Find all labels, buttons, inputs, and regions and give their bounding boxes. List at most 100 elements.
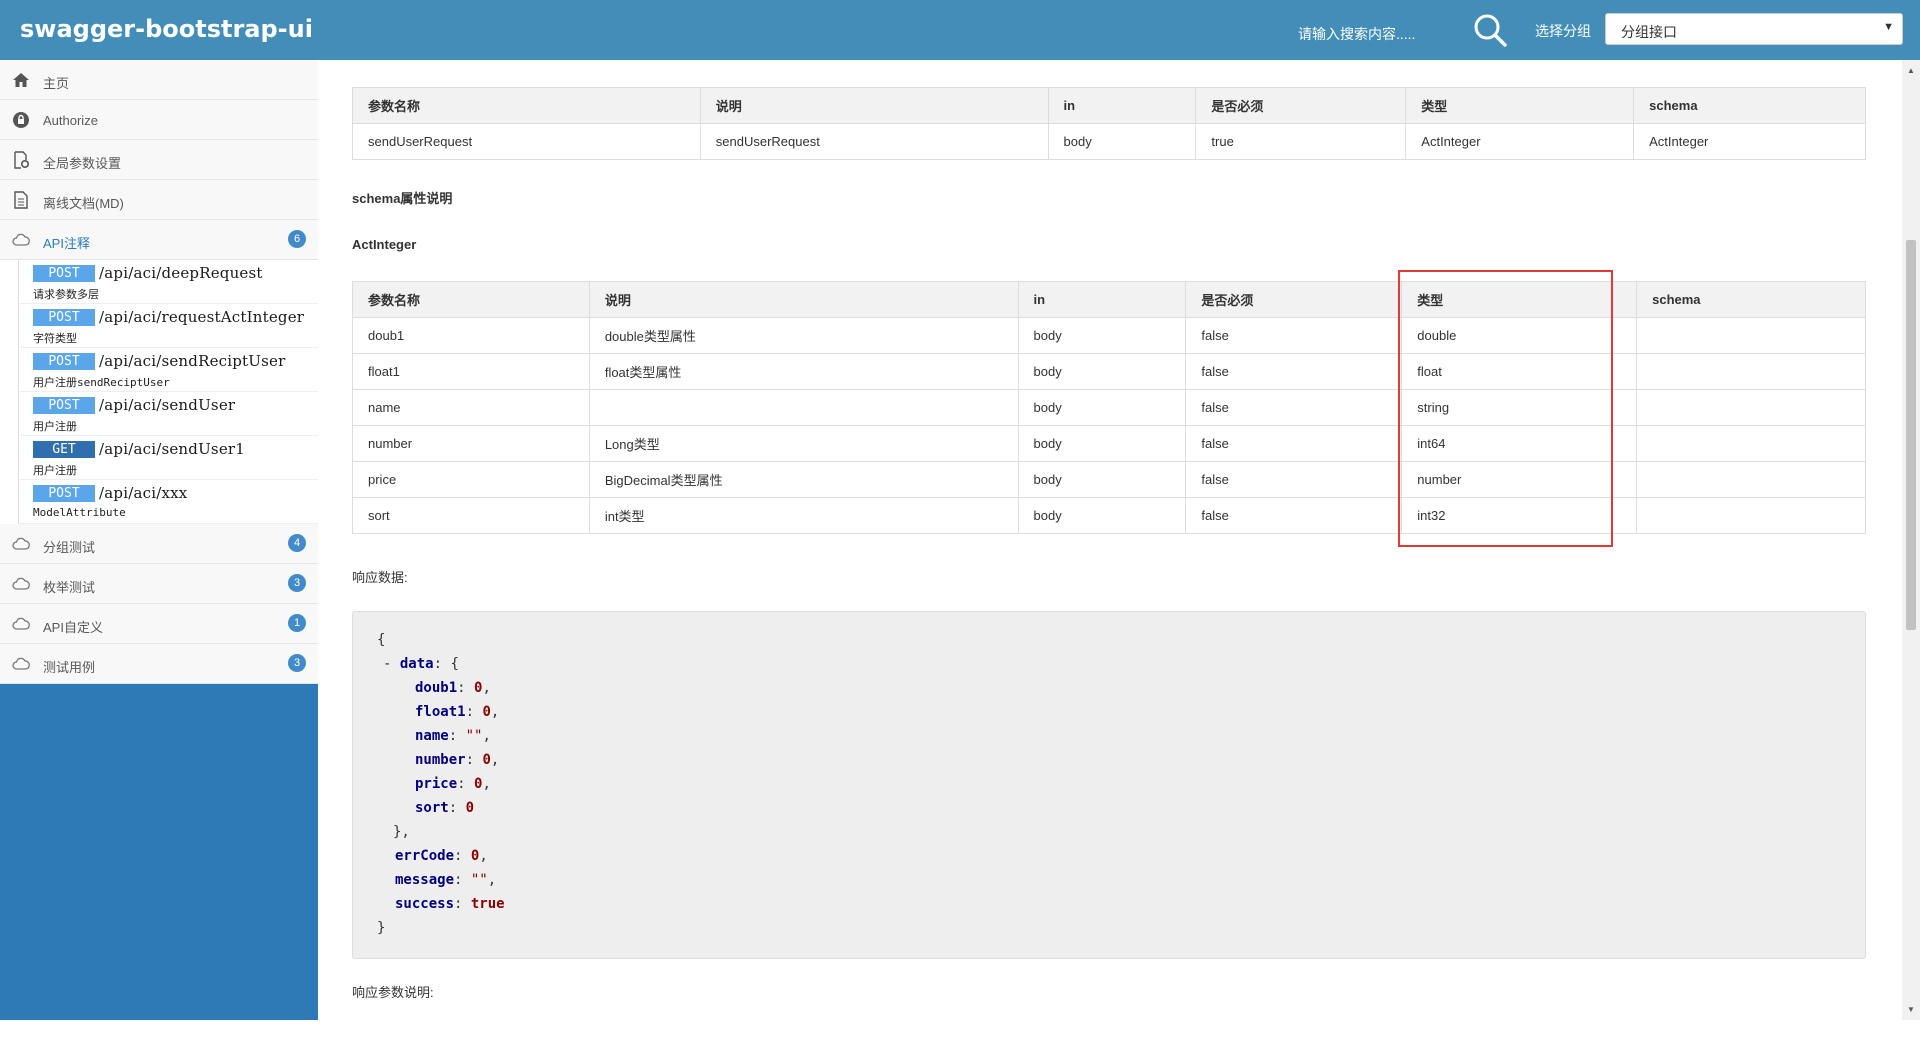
settings-doc-icon: [12, 151, 30, 169]
json-value: "": [465, 728, 483, 744]
table-row: price BigDecimal类型属性 body false number: [352, 461, 1866, 498]
table-row: sendUserRequest sendUserRequest body tru…: [352, 123, 1866, 160]
schema-section-title: schema属性说明: [352, 191, 453, 206]
sidebar-nav: 主页 Authorize 全局参数设置 离线文档(MD) API注释 6 POS…: [0, 60, 318, 684]
column-header: 说明: [588, 281, 1019, 318]
table-cell: [1636, 353, 1866, 390]
method-badge: GET: [33, 441, 95, 458]
method-badge: POST: [33, 309, 95, 326]
table-cell: [1636, 389, 1866, 426]
request-params-table: 参数名称 说明 in 是否必须 类型 schema sendUserReques…: [352, 87, 1866, 160]
sidebar-item-global-params[interactable]: 全局参数设置: [0, 140, 318, 180]
api-item-request-act-integer[interactable]: POST /api/aci/requestActInteger 字符类型: [18, 304, 318, 348]
json-key: success: [395, 896, 455, 912]
table-cell: false: [1185, 461, 1403, 498]
api-path: /api/aci/sendUser1: [99, 440, 246, 458]
table-cell: true: [1195, 123, 1407, 160]
json-value: 0: [482, 704, 491, 720]
sidebar-item-offline-doc[interactable]: 离线文档(MD): [0, 180, 318, 220]
cloud-icon: [12, 615, 30, 633]
table-cell: body: [1017, 317, 1187, 354]
api-item-xxx[interactable]: POST /api/aci/xxx ModelAttribute: [18, 480, 318, 524]
table-header-row: 参数名称 说明 in 是否必须 类型 schema: [352, 87, 1866, 124]
table-cell: int32: [1401, 497, 1638, 534]
sidebar-item-home[interactable]: 主页: [0, 60, 318, 100]
sidebar-item-api-group[interactable]: API注释 6: [0, 220, 318, 260]
table-cell: [1636, 461, 1866, 498]
column-header: 参数名称: [352, 87, 701, 124]
count-badge: 6: [288, 230, 306, 248]
table-cell: [588, 389, 1019, 426]
json-value: 0: [465, 800, 475, 816]
json-value: 0: [474, 776, 483, 792]
json-value: 0: [474, 680, 483, 696]
column-header: schema: [1633, 87, 1866, 124]
json-close-data: },: [393, 824, 410, 840]
scroll-thumb[interactable]: [1906, 240, 1916, 630]
sidebar-item-label: 离线文档(MD): [43, 196, 124, 211]
table-cell: false: [1185, 317, 1403, 354]
json-key: errCode: [395, 848, 455, 864]
method-badge: POST: [33, 353, 95, 370]
api-item-send-user1[interactable]: GET /api/aci/sendUser1 用户注册: [18, 436, 318, 480]
table-cell: int64: [1401, 425, 1638, 462]
sidebar-item-group-test[interactable]: 分组测试 4: [0, 524, 318, 564]
vertical-scrollbar[interactable]: ▲ ▼: [1902, 60, 1920, 1020]
json-line: number: 0,: [415, 752, 500, 768]
api-item-send-recipt-user[interactable]: POST /api/aci/sendReciptUser 用户注册sendRec…: [18, 348, 318, 392]
scroll-down-icon[interactable]: ▼: [1907, 1005, 1915, 1014]
table-cell: body: [1017, 389, 1187, 426]
column-header: schema: [1636, 281, 1866, 318]
search-input[interactable]: 请输入搜索内容.....: [1298, 24, 1415, 44]
sidebar-item-authorize[interactable]: Authorize: [0, 100, 318, 140]
table-row: number Long类型 body false int64: [352, 425, 1866, 462]
table-cell: [1636, 497, 1866, 534]
table-cell: false: [1185, 497, 1403, 534]
table-cell: ActInteger: [1405, 123, 1635, 160]
json-key: data: [399, 656, 434, 672]
sidebar-item-test-case[interactable]: 测试用例 3: [0, 644, 318, 684]
table-cell: price: [352, 461, 590, 498]
api-item-send-user[interactable]: POST /api/aci/sendUser 用户注册: [18, 392, 318, 436]
sidebar-item-label: 主页: [43, 76, 70, 91]
sidebar-item-label: API注释: [43, 236, 90, 251]
sidebar-item-label: 分组测试: [43, 540, 96, 555]
json-line: price: 0,: [415, 776, 491, 792]
top-header: swagger-bootstrap-ui 请输入搜索内容..... 选择分组 分…: [0, 0, 1920, 60]
column-header: in: [1017, 281, 1187, 318]
count-badge: 4: [288, 534, 306, 552]
table-cell: double类型属性: [588, 317, 1019, 354]
table-cell: name: [352, 389, 590, 426]
table-cell: int类型: [588, 497, 1019, 534]
response-params-title: 响应参数说明:: [352, 985, 434, 1000]
table-cell: sendUserRequest: [699, 123, 1049, 160]
json-line: float1: 0,: [415, 704, 500, 720]
json-key: number: [415, 752, 466, 768]
document-icon: [12, 191, 30, 209]
api-desc: 请求参数多层: [33, 288, 99, 301]
json-line: success: true: [395, 896, 505, 912]
json-value: 0: [470, 848, 480, 864]
search-icon[interactable]: [1472, 12, 1508, 48]
sidebar-item-api-custom[interactable]: API自定义 1: [0, 604, 318, 644]
table-cell: number: [352, 425, 590, 462]
sidebar-item-enum-test[interactable]: 枚举测试 3: [0, 564, 318, 604]
response-section-title: 响应数据:: [352, 570, 408, 585]
sidebar-item-label: 测试用例: [43, 660, 96, 675]
brand-title[interactable]: swagger-bootstrap-ui: [20, 15, 313, 43]
column-header: in: [1047, 87, 1197, 124]
method-badge: POST: [33, 397, 95, 414]
group-select[interactable]: 分组接口 ▼: [1605, 13, 1903, 45]
table-cell: sort: [352, 497, 590, 534]
response-json-viewer: { - data: { doub1: 0, float1: 0, name: "…: [352, 611, 1866, 959]
cloud-icon: [12, 575, 30, 593]
collapse-toggle[interactable]: -: [383, 656, 391, 672]
table-cell: [1636, 317, 1866, 354]
api-item-deep-request[interactable]: POST /api/aci/deepRequest 请求参数多层: [18, 260, 318, 304]
json-open-brace: {: [377, 632, 386, 648]
count-badge: 3: [288, 654, 306, 672]
table-cell: body: [1047, 123, 1197, 160]
table-cell: number: [1401, 461, 1638, 498]
sidebar-item-label: Authorize: [43, 113, 98, 128]
scroll-up-icon[interactable]: ▲: [1907, 66, 1915, 75]
